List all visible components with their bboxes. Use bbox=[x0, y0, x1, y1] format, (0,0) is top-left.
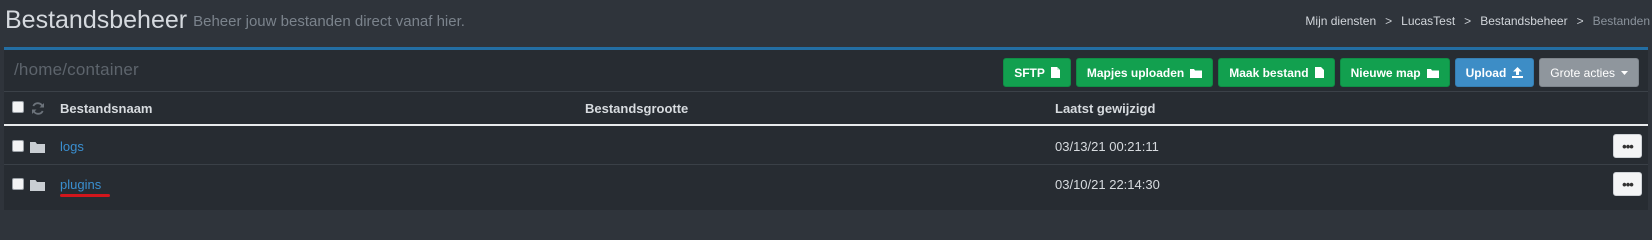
current-path: /home/container bbox=[14, 60, 139, 79]
page-title-text: Bestandsbeheer bbox=[5, 6, 188, 34]
row-options-button[interactable]: ••• bbox=[1613, 134, 1642, 158]
caret-down-icon bbox=[1621, 70, 1628, 75]
toolbar-actions: SFTP Mapjes uploaden Maak bestand Nieuwe… bbox=[1003, 58, 1639, 87]
sftp-button[interactable]: SFTP bbox=[1003, 58, 1071, 87]
path-bar: /home/container SFTP Mapjes uploaden Maa… bbox=[4, 50, 1648, 92]
page-title: Bestandsbeheer Beheer jouw bestanden dire… bbox=[5, 6, 465, 35]
refresh-icon[interactable] bbox=[31, 102, 45, 120]
upload-folders-button-label: Mapjes uploaden bbox=[1086, 65, 1185, 80]
breadcrumb-item-file-manager[interactable]: Bestandsbeheer bbox=[1480, 14, 1567, 28]
breadcrumb-item-services[interactable]: Mijn diensten bbox=[1305, 14, 1376, 28]
folder-icon bbox=[1426, 68, 1439, 78]
create-file-button[interactable]: Maak bestand bbox=[1218, 58, 1335, 87]
row-checkbox[interactable] bbox=[12, 140, 24, 152]
file-link-plugins[interactable]: plugins bbox=[60, 177, 101, 192]
row-checkbox[interactable] bbox=[12, 178, 24, 190]
upload-folders-button[interactable]: Mapjes uploaden bbox=[1075, 58, 1214, 87]
new-folder-button[interactable]: Nieuwe map bbox=[1339, 58, 1450, 87]
table-row: plugins 03/10/21 22:14:30 ••• bbox=[4, 166, 1648, 203]
bulk-actions-dropdown[interactable]: Grote acties bbox=[1539, 58, 1639, 87]
breadcrumb-item-lucastest[interactable]: LucasTest bbox=[1401, 14, 1455, 28]
folder-icon bbox=[30, 140, 45, 158]
upload-button[interactable]: Upload bbox=[1454, 58, 1535, 87]
breadcrumb: Mijn diensten > LucasTest > Bestandsbeheer > B… bbox=[1305, 14, 1650, 28]
file-link-logs[interactable]: logs bbox=[60, 139, 84, 154]
folder-icon bbox=[1190, 68, 1203, 78]
folder-icon bbox=[30, 178, 45, 196]
table-row: logs 03/13/21 00:21:11 ••• bbox=[4, 128, 1648, 165]
file-icon bbox=[1314, 67, 1324, 78]
column-header-filesize[interactable]: Bestandsgrootte bbox=[585, 101, 688, 116]
row-options-button[interactable]: ••• bbox=[1613, 172, 1642, 196]
table-header: Bestandsnaam Bestandsgrootte Laatst gewi… bbox=[4, 92, 1648, 126]
page-header: Bestandsbeheer Beheer jouw bestanden dire… bbox=[0, 0, 1652, 46]
file-icon bbox=[1050, 67, 1060, 78]
column-header-filename[interactable]: Bestandsnaam bbox=[60, 101, 152, 116]
page-subtitle: Beheer jouw bestanden direct vanaf hier. bbox=[193, 13, 465, 30]
column-header-modified[interactable]: Laatst gewijzigd bbox=[1055, 101, 1155, 116]
upload-button-label: Upload bbox=[1465, 65, 1507, 80]
row-modified-date: 03/10/21 22:14:30 bbox=[1055, 177, 1160, 192]
highlight-underline bbox=[60, 194, 110, 197]
breadcrumb-separator: > bbox=[1385, 14, 1393, 28]
file-manager-panel: /home/container SFTP Mapjes uploaden Maa… bbox=[4, 47, 1648, 210]
sftp-button-label: SFTP bbox=[1014, 65, 1045, 80]
new-folder-button-label: Nieuwe map bbox=[1350, 65, 1421, 80]
bulk-actions-label: Grote acties bbox=[1550, 65, 1615, 80]
select-all-checkbox[interactable] bbox=[12, 101, 24, 113]
create-file-button-label: Maak bestand bbox=[1229, 65, 1309, 80]
breadcrumb-separator: > bbox=[1464, 14, 1472, 28]
row-modified-date: 03/13/21 00:21:11 bbox=[1055, 139, 1159, 154]
breadcrumb-separator: > bbox=[1576, 14, 1584, 28]
breadcrumb-item-files: Bestanden bbox=[1592, 14, 1650, 28]
upload-icon bbox=[1512, 67, 1524, 78]
